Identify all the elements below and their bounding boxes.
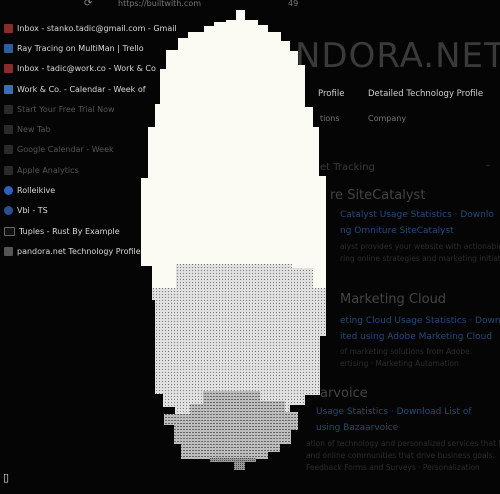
- bulb-overlay-icon: [141, 10, 326, 470]
- text-caret-icon: ▯: [3, 471, 10, 484]
